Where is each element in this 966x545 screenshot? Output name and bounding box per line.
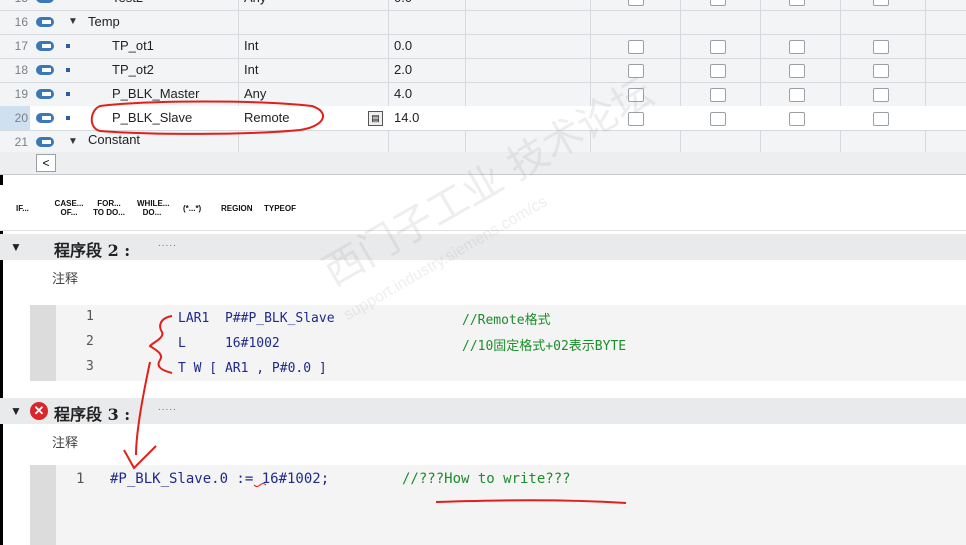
underline-mark <box>435 499 627 504</box>
highlight-ellipse <box>90 100 324 135</box>
red-annotations <box>90 100 627 504</box>
brace-mark <box>148 315 173 374</box>
squiggle-mark <box>253 483 267 487</box>
arrow-head <box>123 445 157 470</box>
arrow-line <box>135 361 151 456</box>
